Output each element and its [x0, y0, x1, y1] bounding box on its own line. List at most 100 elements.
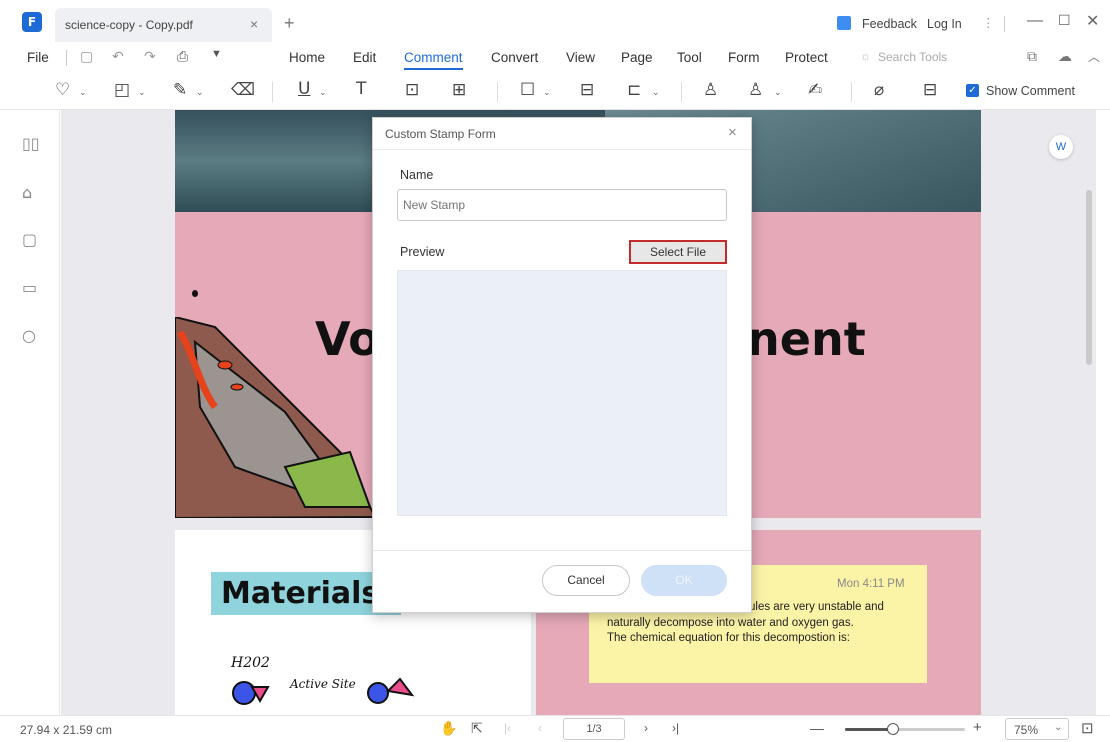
menu-file[interactable]: File: [27, 50, 49, 65]
menu-bar: File ▢ ↶ ↷ ⎙ ▼ Home Edit Comment Convert…: [0, 44, 1110, 72]
highlight-icon[interactable]: ♡: [55, 80, 70, 100]
share-icon[interactable]: ⧉: [1027, 48, 1037, 65]
tab-close-icon[interactable]: ×: [250, 16, 258, 32]
document-tab[interactable]: science-copy - Copy.pdf ×: [55, 8, 272, 42]
first-page-icon[interactable]: |‹: [504, 721, 511, 735]
minimize-icon[interactable]: —: [1027, 12, 1043, 30]
chevron-down-icon[interactable]: ⌄: [543, 87, 551, 98]
zoom-slider[interactable]: [845, 723, 965, 735]
divider: [497, 82, 498, 102]
comments-panel-icon[interactable]: ▢: [22, 230, 37, 249]
attachment-icon[interactable]: ⌀: [874, 80, 884, 100]
cloud-upload-icon[interactable]: ☁: [1058, 48, 1072, 65]
chevron-down-icon[interactable]: ⌄: [319, 87, 327, 98]
comment-list-icon[interactable]: ⊟: [923, 80, 937, 100]
maximize-icon[interactable]: ☐: [1058, 12, 1071, 29]
note-line-1: ules are very unstable and: [749, 601, 884, 613]
show-comment-checkbox[interactable]: ✓: [966, 84, 979, 97]
search-icon[interactable]: ○: [22, 326, 36, 345]
previous-page-icon[interactable]: ‹: [538, 721, 542, 735]
custom-stamp-icon[interactable]: ♙: [748, 80, 763, 100]
feedback-link[interactable]: Feedback: [862, 17, 917, 31]
login-link[interactable]: Log In: [927, 17, 962, 31]
chevron-down-icon[interactable]: ⌄: [774, 87, 782, 98]
next-page-icon[interactable]: ›: [644, 721, 648, 735]
hand-tool-icon[interactable]: ✋: [440, 720, 457, 737]
menu-convert[interactable]: Convert: [491, 50, 538, 65]
callout-icon[interactable]: ⊞: [452, 80, 466, 100]
note-line-2: naturally decompose into water and oxyge…: [607, 617, 854, 629]
area-highlight-icon[interactable]: ◰: [114, 80, 130, 100]
redo-icon[interactable]: ↷: [144, 48, 156, 65]
chevron-down-icon[interactable]: ⌄: [196, 87, 204, 98]
collapse-ribbon-icon[interactable]: ︿: [1088, 48, 1100, 65]
shape-icon[interactable]: ☐: [520, 80, 535, 100]
pencil-icon[interactable]: ✎: [173, 80, 187, 100]
thumbnails-icon[interactable]: ▯▯: [22, 134, 40, 153]
app-logo-icon: F: [22, 12, 42, 32]
attachments-panel-icon[interactable]: ▭: [22, 278, 37, 297]
divider: [1004, 16, 1005, 32]
chevron-down-icon[interactable]: ⌄: [138, 87, 146, 98]
menu-form[interactable]: Form: [728, 50, 760, 65]
chevron-down-icon: ⌄: [1054, 722, 1063, 733]
stamp-name-input[interactable]: [397, 189, 727, 221]
menu-view[interactable]: View: [566, 50, 595, 65]
eraser-icon[interactable]: ⌫: [231, 80, 255, 100]
divider: [66, 50, 67, 66]
menu-tool[interactable]: Tool: [677, 50, 702, 65]
stamp-icon[interactable]: ♙: [703, 80, 718, 100]
note-line-3: The chemical equation for this decompost…: [607, 632, 850, 644]
stamp-preview-area: [397, 270, 727, 516]
new-tab-button[interactable]: +: [284, 13, 295, 34]
zoom-slider-knob[interactable]: [887, 723, 899, 735]
divider: [373, 550, 751, 551]
textbox-icon[interactable]: ⊡: [405, 80, 419, 100]
close-window-icon[interactable]: ✕: [1086, 11, 1099, 31]
preview-label: Preview: [400, 245, 445, 259]
feedback-icon[interactable]: [837, 16, 851, 30]
ok-button[interactable]: OK: [641, 565, 727, 596]
dialog-close-icon[interactable]: ×: [728, 124, 737, 141]
chevron-down-icon[interactable]: ⌄: [79, 87, 87, 98]
search-tools-input[interactable]: Search Tools: [878, 50, 947, 64]
menu-page[interactable]: Page: [621, 50, 653, 65]
word-convert-icon[interactable]: W: [1049, 135, 1073, 159]
select-tool-icon[interactable]: ⇱: [471, 720, 483, 737]
underline-icon[interactable]: U: [298, 79, 310, 99]
cancel-button[interactable]: Cancel: [542, 565, 630, 596]
page-number-input[interactable]: 1/3: [563, 718, 625, 740]
vertical-scrollbar[interactable]: [1086, 190, 1092, 365]
zoom-value: 75%: [1014, 723, 1039, 737]
signature-icon[interactable]: ✍: [808, 80, 822, 100]
zoom-out-icon[interactable]: —: [810, 720, 824, 736]
text-icon[interactable]: T: [356, 79, 366, 99]
print-icon[interactable]: ⎙: [177, 48, 188, 65]
menu-comment[interactable]: Comment: [404, 50, 463, 70]
quick-access-dropdown-icon[interactable]: ▼: [211, 48, 222, 60]
menu-protect[interactable]: Protect: [785, 50, 828, 65]
zoom-in-icon[interactable]: +: [973, 719, 982, 736]
menu-edit[interactable]: Edit: [353, 50, 376, 65]
chevron-down-icon[interactable]: ⌄: [652, 87, 660, 98]
select-file-button[interactable]: Select File: [629, 240, 727, 264]
note-timestamp: Mon 4:11 PM: [837, 578, 905, 590]
molecule-diagram: [232, 677, 415, 705]
name-label: Name: [400, 168, 434, 182]
divider: [272, 82, 273, 102]
zoom-select[interactable]: 75% ⌄: [1005, 718, 1069, 740]
undo-icon[interactable]: ↶: [112, 48, 124, 65]
save-icon[interactable]: ▢: [80, 48, 93, 65]
dialog-title: Custom Stamp Form: [385, 127, 496, 141]
divider: [373, 149, 751, 150]
bookmark-icon[interactable]: ⌂: [22, 183, 32, 202]
menu-home[interactable]: Home: [289, 50, 325, 65]
more-menu-icon[interactable]: ⋮: [982, 15, 995, 30]
h2o2-label: H202: [231, 655, 270, 671]
fit-page-icon[interactable]: ⊡: [1081, 719, 1094, 737]
last-page-icon[interactable]: ›|: [672, 721, 679, 735]
note-icon[interactable]: ⊟: [580, 80, 594, 100]
left-sidebar: ▯▯ ⌂ ▢ ▭ ○ ▸: [0, 110, 67, 715]
lightbulb-icon: ☼: [860, 49, 871, 63]
measure-icon[interactable]: ⊏: [627, 80, 641, 100]
